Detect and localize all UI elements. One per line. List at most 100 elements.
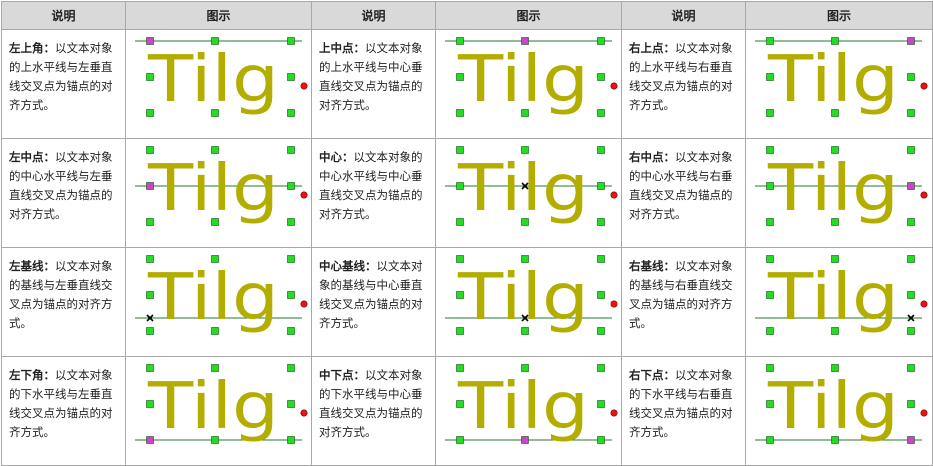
rotation-handle [610,191,618,199]
anchor-handle [907,37,915,45]
selection-handle [146,291,154,299]
rotation-handle [300,409,308,417]
tilg-alignment-figure: Tilg [755,364,928,444]
tilg-alignment-figure: Tilg [135,37,308,117]
selection-handle [146,73,154,81]
anchor-handle [521,37,529,45]
selection-handle [456,327,464,335]
selection-handle [597,291,605,299]
tilg-alignment-figure: Tilg [135,146,308,226]
table-row: 左基线：以文本对象的基线与左垂直线交叉点为锚点的对齐方式。 Tilg 中心基线：以文… [1,247,933,357]
selection-handle [597,37,605,45]
header-illustration: 图示 [125,1,312,30]
selection-handle [211,218,219,226]
selection-handle [907,73,915,81]
anchor-handle [146,436,154,444]
illustration-cell: Tilg [125,29,312,139]
tilg-alignment-figure: Tilg [755,37,928,117]
rotation-handle [610,409,618,417]
alignment-title: 左中点 [9,150,44,164]
alignment-title: 中心基线 [319,259,365,273]
selection-handle [907,327,915,335]
selection-handle [521,109,529,117]
selection-handle [456,400,464,408]
selection-handle [287,218,295,226]
tilg-alignment-figure: Tilg [755,255,928,335]
selection-handle [831,146,839,154]
selection-handle [146,109,154,117]
illustration-cell: Tilg [745,356,933,466]
selection-handle [907,146,915,154]
selection-handle [766,291,774,299]
selection-handle [597,436,605,444]
tilg-alignment-figure: Tilg [755,146,928,226]
selection-handle [287,182,295,190]
header-description: 说明 [1,1,126,30]
selection-handle [766,436,774,444]
alignment-title: 右中点 [629,150,664,164]
rotation-handle [920,82,928,90]
selection-handle [597,364,605,372]
selection-handle [597,400,605,408]
selection-handle [831,327,839,335]
description-cell: 右上点：以文本对象的上水平线与右垂直线交叉点为锚点的对齐方式。 [621,29,746,139]
description-cell: 左上角：以文本对象的上水平线与左垂直线交叉点为锚点的对齐方式。 [1,29,126,139]
selection-handle [211,255,219,263]
selection-handle [287,400,295,408]
alignment-title: 右基线 [629,259,664,273]
selection-handle [521,218,529,226]
selection-handle [456,146,464,154]
selection-handle [521,327,529,335]
alignment-title: 左基线 [9,259,44,273]
table-row: 左下角：以文本对象的下水平线与左垂直线交叉点为锚点的对齐方式。 Tilg 中下点：以… [1,356,933,466]
selection-handle [907,109,915,117]
selection-handle [287,436,295,444]
selection-handle [597,327,605,335]
selection-handle [766,400,774,408]
selection-handle [211,364,219,372]
anchor-handle [907,182,915,190]
selection-handle [907,291,915,299]
sample-text-glyph: Tilg [767,370,899,444]
selection-handle [146,327,154,335]
table-header-row: 说明 图示 说明 图示 说明 图示 [1,1,933,30]
header-illustration: 图示 [435,1,622,30]
selection-handle [456,182,464,190]
selection-handle [211,37,219,45]
selection-handle [907,400,915,408]
alignment-title: 上中点 [319,41,354,55]
illustration-cell: Tilg [745,138,933,248]
selection-handle [766,218,774,226]
selection-handle [766,364,774,372]
selection-handle [456,37,464,45]
table-row: 左中点：以文本对象的中心水平线与左垂直线交叉点为锚点的对齐方式。 Tilg 中心：以… [1,138,933,248]
selection-handle [831,436,839,444]
description-cell: 上中点：以文本对象的上水平线与中心垂直线交叉点为锚点的对齐方式。 [311,29,436,139]
selection-handle [211,327,219,335]
illustration-cell: Tilg [125,247,312,357]
selection-handle [456,436,464,444]
illustration-cell: Tilg [435,356,622,466]
selection-handle [831,364,839,372]
selection-handle [907,364,915,372]
description-cell: 中心：以文本对象的中心水平线与中心垂直线交叉点为锚点的对齐方式。 [311,138,436,248]
selection-handle [456,73,464,81]
sample-text-glyph: Tilg [147,152,279,226]
illustration-cell: Tilg [745,29,933,139]
selection-handle [831,255,839,263]
text-anchor-alignment-table: 说明 图示 说明 图示 说明 图示 左上角：以文本对象的上水平线与左垂直线交叉点… [1,1,933,466]
rotation-handle [300,191,308,199]
sample-text-glyph: Tilg [147,261,279,335]
selection-handle [766,182,774,190]
rotation-handle [610,82,618,90]
selection-handle [146,218,154,226]
selection-handle [287,364,295,372]
description-cell: 右基线：以文本对象的基线与右垂直线交叉点为锚点的对齐方式。 [621,247,746,357]
selection-handle [521,255,529,263]
selection-handle [597,218,605,226]
selection-handle [456,218,464,226]
alignment-title: 中下点 [319,368,354,382]
anchor-handle [146,182,154,190]
description-cell: 左中点：以文本对象的中心水平线与左垂直线交叉点为锚点的对齐方式。 [1,138,126,248]
selection-handle [766,255,774,263]
